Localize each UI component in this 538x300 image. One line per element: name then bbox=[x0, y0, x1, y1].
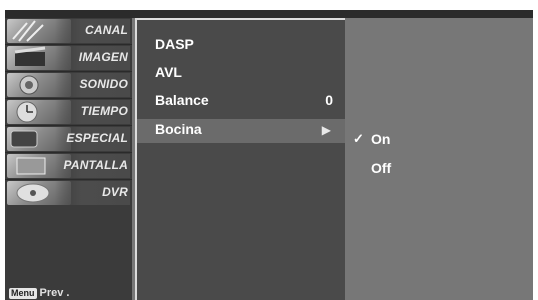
sidebar-item-label: CANAL bbox=[85, 23, 128, 37]
sidebar-item-label: PANTALLA bbox=[63, 158, 128, 172]
sidebar-item-tiempo[interactable]: TIEMPO bbox=[5, 99, 132, 125]
menu-item-avl[interactable]: AVL bbox=[155, 64, 182, 80]
sidebar-item-label: IMAGEN bbox=[78, 50, 128, 64]
tv-osd-screen: CANAL IMAGEN SONIDO TIEMPO ESPECIAL PANT… bbox=[5, 10, 533, 300]
menu-item-dasp[interactable]: DASP bbox=[155, 36, 194, 52]
sidebar-item-label: ESPECIAL bbox=[66, 131, 128, 145]
sidebar-item-sonido[interactable]: SONIDO bbox=[5, 72, 132, 98]
menu-item-bocina[interactable]: Bocina bbox=[155, 121, 202, 137]
options-panel: DASP AVL Balance 0 Bocina ▶ bbox=[135, 18, 345, 300]
prev-label: Prev . bbox=[39, 287, 70, 299]
submenu-option-off[interactable]: Off bbox=[371, 160, 391, 176]
sidebar-item-label: SONIDO bbox=[79, 77, 128, 91]
prev-hint[interactable]: Menu Prev . bbox=[9, 287, 69, 299]
submenu-option-on[interactable]: On bbox=[371, 131, 390, 147]
sidebar-item-pantalla[interactable]: PANTALLA bbox=[5, 153, 132, 179]
sidebar-item-label: TIEMPO bbox=[80, 104, 128, 118]
submenu-panel: ✓ On Off bbox=[345, 18, 533, 300]
sidebar: CANAL IMAGEN SONIDO TIEMPO ESPECIAL PANT… bbox=[5, 18, 132, 300]
menu-item-balance[interactable]: Balance bbox=[155, 92, 209, 108]
sidebar-item-imagen[interactable]: IMAGEN bbox=[5, 45, 132, 71]
sidebar-item-label: DVR bbox=[102, 185, 128, 199]
top-bar bbox=[5, 10, 533, 18]
submenu-arrow-icon: ▶ bbox=[321, 123, 331, 137]
sidebar-item-especial[interactable]: ESPECIAL bbox=[5, 126, 132, 152]
sidebar-item-dvr[interactable]: DVR bbox=[5, 180, 132, 206]
checkmark-icon: ✓ bbox=[353, 131, 364, 146]
balance-value: 0 bbox=[325, 92, 333, 108]
menu-key-icon: Menu bbox=[9, 288, 37, 299]
sidebar-item-canal[interactable]: CANAL bbox=[5, 18, 132, 44]
